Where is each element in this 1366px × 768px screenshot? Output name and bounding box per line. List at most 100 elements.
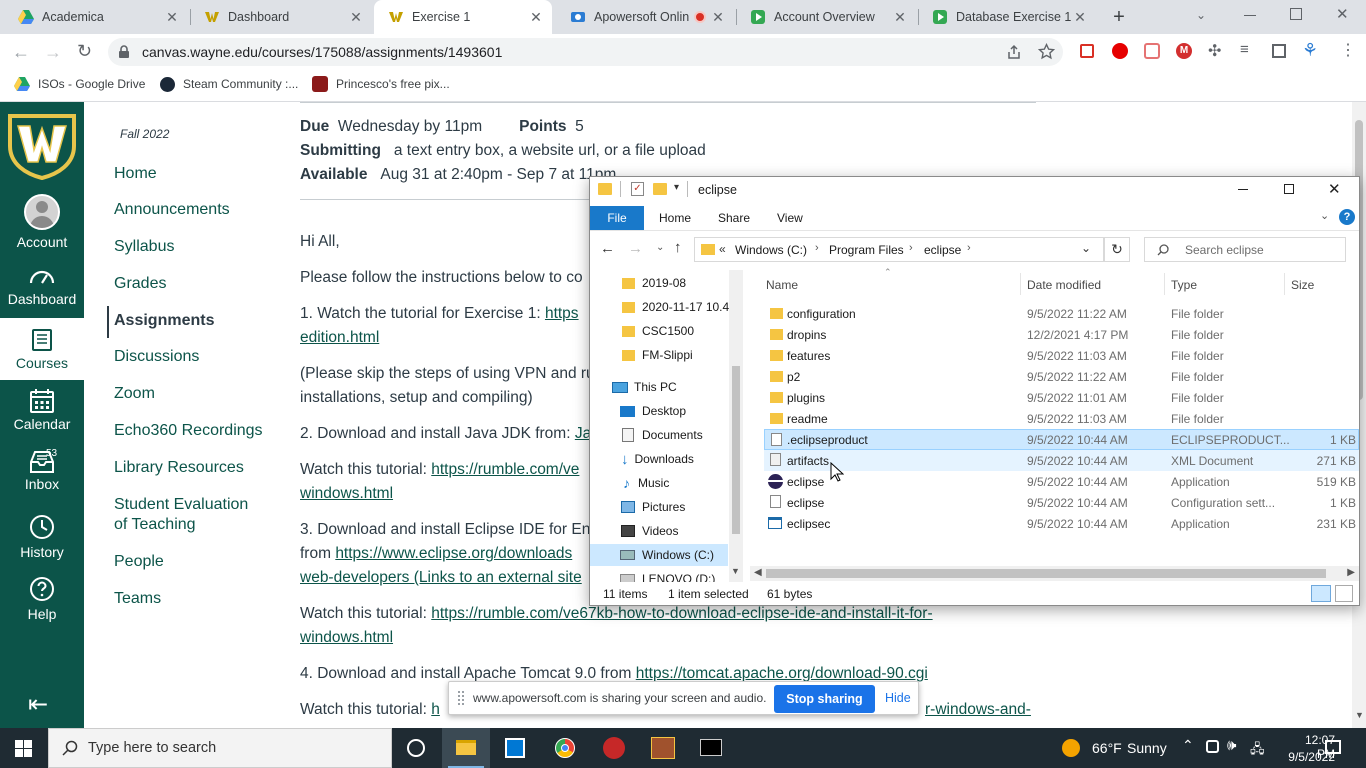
- explorer-address-bar[interactable]: « Windows (C:) › Program Files › eclipse…: [694, 237, 1104, 262]
- file-row[interactable]: eclipse 9/5/2022 10:44 AM Configuration se…: [764, 492, 1359, 513]
- meet-now-icon[interactable]: [1206, 740, 1219, 753]
- refresh-icon[interactable]: ↻: [1104, 237, 1130, 262]
- side-panel-icon[interactable]: [1272, 44, 1286, 58]
- breadcrumb-program-files[interactable]: Program Files: [829, 243, 904, 257]
- course-nav-library[interactable]: Library Resources: [114, 458, 244, 478]
- course-nav-student-evaluation[interactable]: Student Evaluation: [114, 495, 248, 515]
- breadcrumb-eclipse[interactable]: eclipse: [924, 243, 961, 257]
- browser-tab-exercise-1[interactable]: Exercise 1 ✕: [374, 0, 552, 34]
- menu-kebab-icon[interactable]: ⋮: [1340, 40, 1356, 60]
- volume-icon[interactable]: 🕪: [1227, 737, 1236, 754]
- step-2-tutorial-link[interactable]: https://rumble.com/ve: [431, 461, 579, 478]
- nav-item-music[interactable]: ♪ Music: [623, 472, 669, 494]
- notification-center-icon[interactable]: [1325, 740, 1341, 754]
- taskbar-search-box[interactable]: Type here to search: [48, 728, 392, 768]
- up-arrow-icon[interactable]: ↑: [674, 239, 682, 256]
- chrome-icon[interactable]: [555, 738, 575, 758]
- microsoft-store-icon[interactable]: [505, 738, 525, 758]
- extension-red-icon[interactable]: [1080, 44, 1094, 58]
- explorer-maximize-button[interactable]: [1284, 184, 1294, 194]
- browser-tab-apowersoft[interactable]: Apowersoft Onlin ✕: [556, 0, 734, 34]
- step-3-tutorial-link[interactable]: https://rumble.com/ve67kb-how-to-downloa…: [431, 605, 932, 622]
- extension-m-icon[interactable]: M: [1176, 43, 1192, 59]
- close-icon[interactable]: ✕: [710, 9, 726, 26]
- windows-start-icon[interactable]: [15, 740, 32, 757]
- course-nav-discussions[interactable]: Discussions: [114, 347, 199, 367]
- ribbon-tab-share[interactable]: Share: [718, 211, 750, 225]
- file-row[interactable]: p2 9/5/2022 11:22 AM File folder: [764, 366, 1359, 387]
- minimize-button[interactable]: [1240, 6, 1260, 26]
- column-size[interactable]: Size: [1291, 278, 1314, 292]
- nav-item-this-pc[interactable]: This PC: [612, 376, 677, 398]
- share-icon[interactable]: [1006, 44, 1022, 60]
- nav-item-2019-08[interactable]: 2019-08: [622, 272, 686, 294]
- nav-pane-scrollbar[interactable]: ▼: [729, 270, 743, 582]
- file-row[interactable]: readme 9/5/2022 11:03 AM File folder: [764, 408, 1359, 429]
- breadcrumb-windows-c[interactable]: Windows (C:): [735, 243, 807, 257]
- chevron-up-icon[interactable]: ⌃: [1182, 737, 1194, 754]
- global-nav-calendar[interactable]: Calendar: [0, 388, 84, 438]
- bookmark-princesco[interactable]: Princesco's free pix...: [312, 70, 450, 98]
- drag-handle-icon[interactable]: [458, 691, 464, 705]
- file-list-horizontal-scrollbar[interactable]: ◀ ▶: [750, 566, 1359, 581]
- address-history-icon[interactable]: ⌄: [1081, 241, 1091, 255]
- nav-item-desktop[interactable]: Desktop: [620, 400, 686, 422]
- terminal-icon[interactable]: [700, 739, 722, 756]
- media-queue-icon[interactable]: ≡: [1240, 41, 1249, 58]
- step-1-link[interactable]: https: [545, 305, 579, 322]
- course-nav-home[interactable]: Home: [114, 164, 157, 184]
- tomcat-link[interactable]: https://tomcat.apache.org/download-90.cg…: [636, 665, 928, 682]
- course-nav-teams[interactable]: Teams: [114, 589, 161, 609]
- restore-button[interactable]: [1290, 8, 1302, 20]
- hide-button[interactable]: Hide: [885, 691, 911, 705]
- reload-icon[interactable]: ↻: [77, 41, 92, 62]
- course-nav-people[interactable]: People: [114, 552, 164, 572]
- column-name[interactable]: Name: [766, 278, 798, 292]
- large-icons-view-icon[interactable]: [1335, 585, 1353, 602]
- tab-search-icon[interactable]: ⌄: [1196, 8, 1206, 22]
- explorer-minimize-button[interactable]: [1238, 189, 1248, 190]
- global-nav-dashboard[interactable]: Dashboard: [0, 264, 84, 314]
- close-icon[interactable]: ✕: [528, 9, 544, 26]
- course-nav-announcements[interactable]: Announcements: [114, 200, 230, 220]
- address-bar[interactable]: canvas.wayne.edu/courses/175088/assignme…: [108, 38, 1063, 66]
- bookmark-isos[interactable]: ISOs - Google Drive: [14, 70, 145, 98]
- task-view-icon[interactable]: [407, 739, 425, 757]
- ribbon-tab-home[interactable]: Home: [659, 211, 691, 225]
- close-icon[interactable]: ✕: [348, 9, 364, 26]
- back-arrow-icon[interactable]: ←: [12, 42, 30, 63]
- nav-item-fm-slippi[interactable]: FM-Slippi: [622, 344, 693, 366]
- ssbu-icon[interactable]: [603, 737, 625, 759]
- eclipse-downloads-link[interactable]: https://www.eclipse.org/downloads: [335, 545, 572, 562]
- game-icon[interactable]: [651, 737, 675, 759]
- extension-screen-icon[interactable]: [1144, 43, 1160, 59]
- file-row[interactable]: eclipsec 9/5/2022 10:44 AM Application 231 …: [764, 513, 1359, 534]
- ribbon-expand-icon[interactable]: ⌄: [1320, 209, 1329, 222]
- browser-tab-academica[interactable]: Academica ✕: [4, 0, 188, 34]
- explorer-back-arrow-icon[interactable]: ←: [600, 240, 615, 257]
- file-row-selected[interactable]: .eclipseproduct 9/5/2022 10:44 AM ECLIPSEP…: [764, 429, 1359, 450]
- stop-sharing-button[interactable]: Stop sharing: [774, 685, 875, 713]
- file-row[interactable]: dropins 12/2/2021 4:17 PM File folder: [764, 324, 1359, 345]
- nav-item-2020-11-17[interactable]: 2020-11-17 10.43: [622, 296, 742, 318]
- close-icon[interactable]: ✕: [892, 9, 908, 26]
- help-icon[interactable]: ?: [1339, 209, 1355, 225]
- wayne-state-logo[interactable]: [6, 112, 78, 180]
- ribbon-tab-view[interactable]: View: [777, 211, 803, 225]
- window-close-button[interactable]: ✕: [1336, 5, 1349, 23]
- network-icon[interactable]: 🖧: [1250, 740, 1265, 762]
- bookmark-star-icon[interactable]: [1038, 43, 1055, 60]
- file-row[interactable]: configuration 9/5/2022 11:22 AM File folde…: [764, 303, 1359, 324]
- forward-arrow-icon[interactable]: →: [44, 42, 62, 63]
- recent-locations-icon[interactable]: ⌄: [656, 242, 664, 253]
- nav-item-pictures[interactable]: Pictures: [621, 496, 685, 518]
- nav-item-lenovo-d[interactable]: LENOVO (D:): [620, 568, 715, 582]
- file-row-hover[interactable]: artifacts 9/5/2022 10:44 AM XML Document 27…: [764, 450, 1359, 471]
- new-tab-button[interactable]: +: [1108, 6, 1130, 28]
- new-folder-icon[interactable]: [653, 183, 667, 195]
- ribbon-tab-file[interactable]: File: [590, 206, 644, 230]
- browser-tab-account-overview[interactable]: Account Overview ✕: [736, 0, 916, 34]
- nav-item-documents[interactable]: Documents: [622, 424, 703, 446]
- taskbar-file-explorer[interactable]: [442, 728, 490, 768]
- extensions-puzzle-icon[interactable]: ✣: [1208, 41, 1221, 61]
